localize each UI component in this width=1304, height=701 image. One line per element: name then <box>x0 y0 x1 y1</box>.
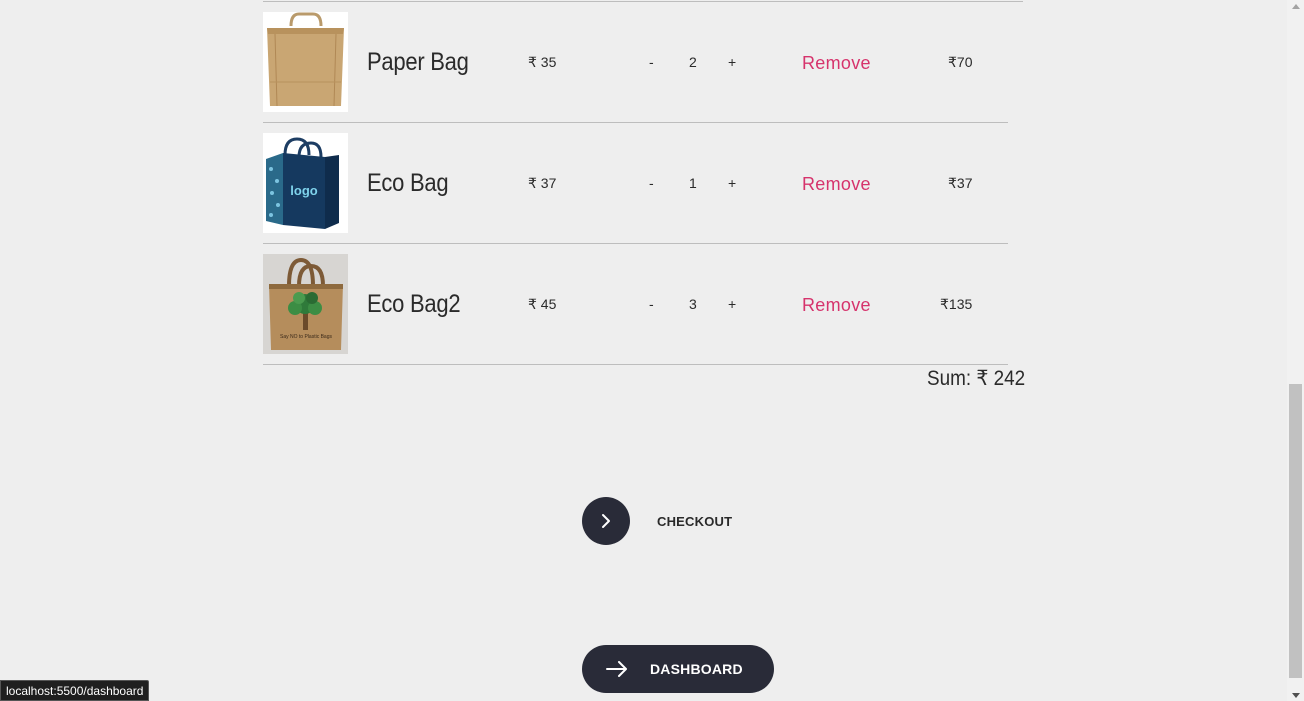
quantity-value: 3 <box>689 296 697 312</box>
item-total: ₹70 <box>948 54 973 70</box>
item-price: ₹ 45 <box>528 296 557 312</box>
eco-bag-image: logo <box>263 133 348 233</box>
item-name: Eco Bag2 <box>367 290 461 318</box>
item-total: ₹37 <box>948 175 973 191</box>
cart-sum: Sum: ₹ 242 <box>927 367 1026 390</box>
item-total: ₹135 <box>940 296 973 312</box>
remove-item-link[interactable]: Remove <box>802 174 871 195</box>
increase-quantity-button[interactable]: + <box>728 54 736 70</box>
arrow-right-icon <box>606 661 628 677</box>
scroll-up-arrow-icon[interactable] <box>1287 0 1304 12</box>
scroll-down-arrow-icon[interactable] <box>1287 689 1304 701</box>
decrease-quantity-button[interactable]: - <box>649 296 654 312</box>
paper-bag-image <box>263 12 348 112</box>
eco-bag2-image: Say NO to Plastic Bags <box>263 254 348 354</box>
cart-page: Paper Bag ₹ 35 - 2 + Remove ₹70 logo Eco… <box>0 0 1304 701</box>
vertical-scrollbar[interactable] <box>1287 0 1304 701</box>
logo-text: logo <box>290 183 317 198</box>
item-name: Paper Bag <box>367 48 469 76</box>
item-name: Eco Bag <box>367 169 449 197</box>
increase-quantity-button[interactable]: + <box>728 296 736 312</box>
increase-quantity-button[interactable]: + <box>728 175 736 191</box>
remove-item-link[interactable]: Remove <box>802 295 871 316</box>
row-divider <box>263 364 1008 365</box>
scrollbar-thumb[interactable] <box>1289 384 1302 678</box>
checkout-label[interactable]: CHECKOUT <box>657 514 732 529</box>
quantity-value: 2 <box>689 54 697 70</box>
cart-row: logo Eco Bag ₹ 37 - 1 + Remove ₹37 <box>263 123 1008 244</box>
remove-item-link[interactable]: Remove <box>802 53 871 74</box>
chevron-right-icon <box>602 514 610 528</box>
item-price: ₹ 37 <box>528 175 557 191</box>
dashboard-label[interactable]: DASHBOARD <box>650 661 743 677</box>
decrease-quantity-button[interactable]: - <box>649 54 654 70</box>
dashboard-button[interactable]: DASHBOARD <box>582 645 774 693</box>
checkout-circle[interactable] <box>582 497 630 545</box>
checkout-button[interactable]: CHECKOUT <box>582 497 732 545</box>
cart-row: Say NO to Plastic Bags Eco Bag2 ₹ 45 - 3… <box>263 244 1008 365</box>
bag-print-text: Say NO to Plastic Bags <box>280 334 332 340</box>
quantity-value: 1 <box>689 175 697 191</box>
item-price: ₹ 35 <box>528 54 557 70</box>
decrease-quantity-button[interactable]: - <box>649 175 654 191</box>
status-bar-url: localhost:5500/dashboard <box>0 680 150 701</box>
cart-row: Paper Bag ₹ 35 - 2 + Remove ₹70 <box>263 2 1008 123</box>
